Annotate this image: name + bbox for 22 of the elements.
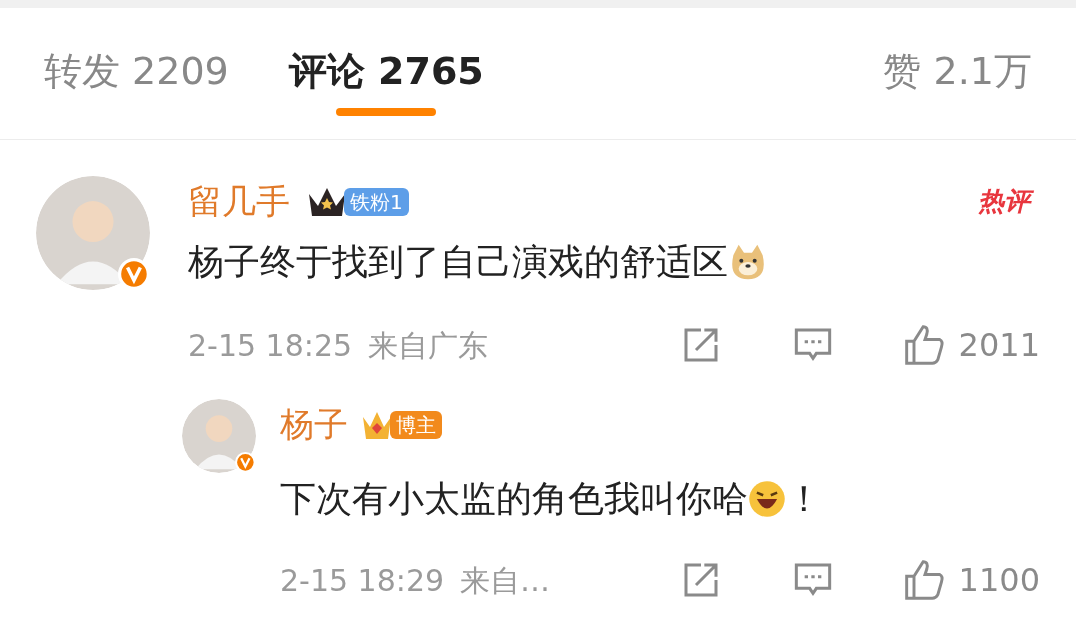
avatar[interactable] xyxy=(36,176,150,290)
timestamp: 2-15 18:25 xyxy=(188,326,353,365)
fan-badge: 铁粉1 xyxy=(344,187,409,216)
verified-badge-icon xyxy=(235,452,256,473)
like-count: 2011 xyxy=(958,325,1040,366)
comment-text: 杨子终于找到了自己演戏的舒适区 xyxy=(188,235,1040,289)
verified-badge-icon xyxy=(118,258,150,290)
tab[interactable]: 评论 2765 xyxy=(288,48,484,116)
username[interactable]: 留几手 xyxy=(188,176,290,227)
avatar[interactable] xyxy=(182,399,256,473)
tab[interactable]: 转发 2209 xyxy=(44,48,229,116)
thumbs-up-icon[interactable] xyxy=(902,558,947,602)
username[interactable]: 杨子 xyxy=(280,399,348,450)
reply-text: 下次有小太监的角色我叫你哈 ！ xyxy=(280,477,823,521)
tab[interactable]: 赞 2.1万 xyxy=(883,48,1032,116)
like-count: 1100 xyxy=(958,560,1040,601)
laughing-face-emoji xyxy=(748,480,786,518)
timestamp: 2-15 18:29 xyxy=(280,561,445,600)
blogger-badge: 博主 xyxy=(390,410,442,439)
location: 来自广东 xyxy=(368,326,489,365)
location: 来自… xyxy=(460,561,551,600)
thumbs-up-icon[interactable] xyxy=(902,323,947,367)
